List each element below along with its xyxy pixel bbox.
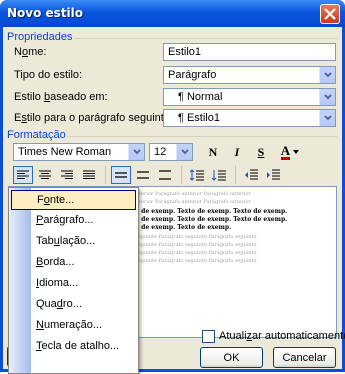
next-style-select[interactable]: ¶ Estilo1	[163, 109, 336, 127]
based-on-value: ¶ Normal	[178, 91, 223, 103]
menu-item-font[interactable]: Fonte...	[11, 190, 136, 210]
dropdown-button[interactable]	[319, 89, 335, 105]
bold-button[interactable]: N	[203, 143, 223, 161]
dialog-window: Novo estilo Propriedades Nome: Estilo1 T…	[0, 0, 345, 374]
properties-group-title: Propriedades	[7, 31, 73, 43]
toolbar-separator	[105, 166, 106, 184]
increase-indent-button[interactable]	[263, 166, 283, 184]
chevron-down-icon	[324, 72, 332, 78]
dropdown-button[interactable]	[176, 144, 192, 160]
italic-button[interactable]: I	[227, 143, 247, 161]
font-size-select[interactable]: 12	[149, 143, 193, 161]
menu-item-frame[interactable]: Quadro...	[11, 295, 136, 315]
one-half-spacing-icon	[137, 171, 149, 179]
align-left-button[interactable]	[13, 166, 33, 184]
chevron-down-icon	[293, 150, 300, 154]
align-left-icon	[17, 170, 29, 179]
ok-button[interactable]: OK	[200, 347, 263, 368]
increase-indent-icon	[267, 169, 280, 180]
menu-item-numbering[interactable]: Numeração...	[11, 316, 136, 336]
align-right-button[interactable]	[57, 166, 77, 184]
chevron-down-icon	[324, 115, 332, 121]
decrease-spacing-before-button[interactable]	[209, 166, 229, 184]
toolbar-separator	[235, 166, 236, 184]
dropdown-button[interactable]	[319, 110, 335, 126]
chevron-down-icon	[324, 94, 332, 100]
chevron-down-icon	[181, 149, 189, 155]
spacing-before-up-icon	[190, 169, 204, 181]
spacing-before-down-icon	[212, 170, 226, 181]
font-color-icon: A	[280, 142, 291, 160]
next-style-label: Estilo para o parágrafo seguinte:	[14, 112, 173, 124]
format-menu: Fonte... Parágrafo... Tabulação... Borda…	[8, 187, 139, 374]
font-size-value: 12	[154, 146, 167, 158]
justify-button[interactable]	[79, 166, 99, 184]
menu-item-border[interactable]: Borda...	[11, 253, 136, 273]
font-value: Times New Roman	[18, 146, 112, 158]
one-half-spacing-button[interactable]	[133, 166, 153, 184]
menu-item-tabs[interactable]: Tabulação...	[11, 232, 136, 252]
auto-update-checkbox[interactable]	[202, 330, 215, 343]
next-style-value: ¶ Estilo1	[178, 112, 220, 124]
menu-item-paragraph[interactable]: Parágrafo...	[11, 211, 136, 231]
auto-update-label: Atualizar automaticamente	[219, 330, 345, 342]
decrease-indent-icon	[245, 169, 258, 180]
chevron-down-icon	[133, 149, 141, 155]
based-on-select[interactable]: ¶ Normal	[163, 88, 336, 106]
justify-icon	[83, 170, 95, 179]
name-input[interactable]: Estilo1	[163, 43, 336, 61]
name-label: Nome:	[14, 46, 47, 58]
underline-button[interactable]: S	[251, 143, 271, 161]
style-type-select[interactable]: Parágrafo	[163, 66, 336, 84]
formatting-group-title: Formatação	[7, 129, 66, 141]
dropdown-button[interactable]	[128, 144, 144, 160]
font-select[interactable]: Times New Roman	[13, 143, 145, 161]
group-divider	[67, 136, 337, 137]
dialog-title: Novo estilo	[7, 6, 84, 20]
style-type-label: Tipo do estilo:	[14, 69, 83, 81]
close-icon	[324, 8, 336, 20]
align-center-icon	[39, 170, 51, 179]
toolbar-separator	[181, 166, 182, 184]
single-spacing-button[interactable]	[111, 166, 131, 184]
menu-item-language[interactable]: Idioma...	[11, 274, 136, 294]
font-color-button[interactable]: A	[277, 143, 303, 161]
dropdown-button[interactable]	[319, 67, 335, 83]
double-spacing-icon	[159, 170, 171, 180]
dialog-body: Propriedades Nome: Estilo1 Tipo do estil…	[3, 27, 345, 374]
double-spacing-button[interactable]	[155, 166, 175, 184]
close-button[interactable]	[320, 4, 340, 24]
align-center-button[interactable]	[35, 166, 55, 184]
title-bar[interactable]: Novo estilo	[0, 0, 345, 27]
based-on-label: Estilo baseado em:	[14, 91, 108, 103]
group-divider	[75, 38, 337, 39]
align-right-icon	[61, 170, 73, 179]
cancel-button[interactable]: Cancelar	[273, 347, 336, 368]
menu-item-shortcut-key[interactable]: Tecla de atalho...	[11, 337, 136, 357]
style-type-value: Parágrafo	[168, 69, 217, 81]
decrease-indent-button[interactable]	[241, 166, 261, 184]
increase-spacing-before-button[interactable]	[187, 166, 207, 184]
single-spacing-icon	[115, 172, 127, 178]
